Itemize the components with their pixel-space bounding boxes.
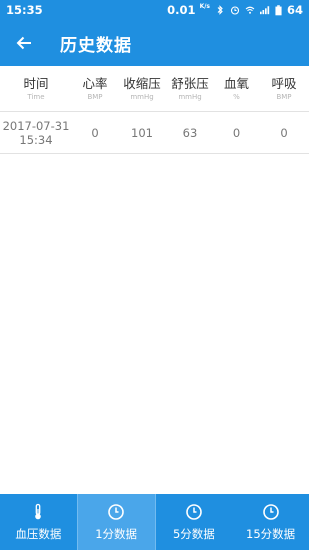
cell-heart-rate: 0 xyxy=(91,125,99,140)
cell-systolic: 101 xyxy=(131,125,153,140)
tab-1min-data[interactable]: 1分数据 xyxy=(76,494,156,550)
column-header-diastolic: 舒张压 mmHg xyxy=(171,76,209,101)
history-table: 时间 Time 心率 BMP 收缩压 mmHg 舒张压 mmHg 血氧 % 呼吸… xyxy=(0,66,309,154)
arrow-left-icon xyxy=(16,36,31,50)
back-button[interactable] xyxy=(0,20,48,66)
column-header-time: 时间 Time xyxy=(23,76,49,101)
page-title: 历史数据 xyxy=(60,35,132,56)
app-bar: 历史数据 xyxy=(0,20,309,66)
column-header-breath: 呼吸 BMP xyxy=(271,76,297,101)
battery-icon xyxy=(275,4,282,15)
column-header-systolic: 收缩压 mmHg xyxy=(123,76,161,101)
tab-blood-pressure-data[interactable]: 血压数据 xyxy=(0,494,77,550)
clock-icon xyxy=(186,503,202,520)
tab-15min-data[interactable]: 15分数据 xyxy=(232,494,309,550)
alarm-icon xyxy=(230,6,240,15)
cell-breath: 0 xyxy=(280,125,288,140)
clock-icon xyxy=(262,503,279,520)
battery-level: 64 xyxy=(286,3,303,17)
status-icons: 0.01 K/s 64 xyxy=(167,3,303,17)
status-time: 15:35 xyxy=(6,3,43,17)
thermometer-icon xyxy=(35,503,42,519)
signal-icon xyxy=(259,6,270,15)
network-speed: 0.01 K/s xyxy=(167,3,210,17)
wifi-icon xyxy=(245,6,255,14)
table-header-row: 时间 Time 心率 BMP 收缩压 mmHg 舒张压 mmHg 血氧 % 呼吸… xyxy=(0,66,309,112)
column-header-heart-rate: 心率 BMP xyxy=(82,76,108,101)
clock-icon xyxy=(108,503,124,520)
cell-time: 2017-07-31 15:34 xyxy=(2,118,70,147)
status-bar: 15:35 0.01 K/s 64 xyxy=(0,0,309,20)
tab-5min-data[interactable]: 5分数据 xyxy=(156,494,233,550)
cell-oxygen: 0 xyxy=(232,125,241,140)
cell-diastolic: 63 xyxy=(182,125,198,140)
table-row[interactable]: 2017-07-31 15:34 0 101 63 0 0 xyxy=(0,112,309,154)
bottom-tab-bar: 血压数据 1分数据 5分数据 15分数据 xyxy=(0,494,309,550)
column-header-oxygen: 血氧 % xyxy=(223,76,249,101)
bluetooth-icon xyxy=(217,5,223,15)
